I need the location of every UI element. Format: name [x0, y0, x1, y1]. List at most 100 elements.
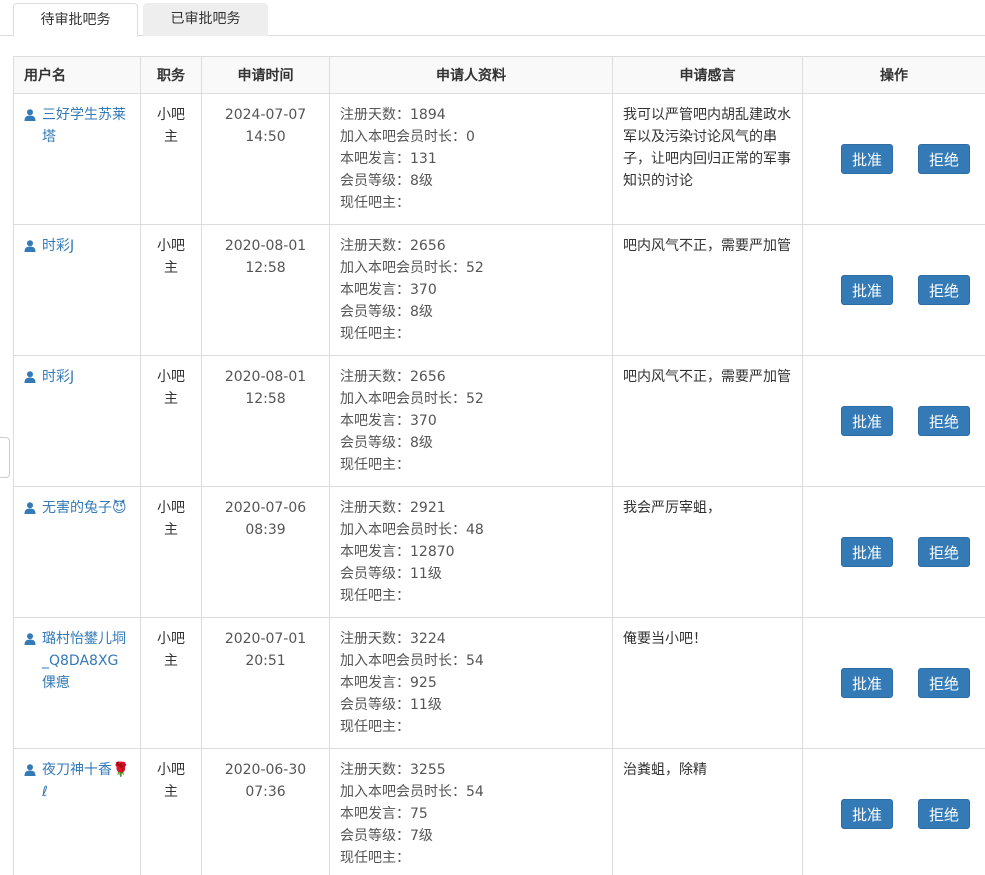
info-current-admin: 现任吧主：	[340, 850, 410, 866]
header-role: 职务	[140, 56, 202, 94]
role-cell: 小吧主	[140, 748, 202, 875]
info-cell: 注册天数：2656 加入本吧会员时长：52 本吧发言：370 会员等级：8级 现…	[329, 224, 613, 356]
tab-approved[interactable]: 已审批吧务	[143, 3, 268, 36]
role-cell: 小吧主	[140, 224, 202, 356]
tab-pending[interactable]: 待审批吧务	[13, 3, 138, 37]
reason-cell: 我可以严管吧内胡乱建政水军以及污染讨论风气的串子，让吧内回归正常的军事知识的讨论	[612, 93, 803, 225]
info-posts: 本吧发言：131	[340, 151, 437, 167]
user-icon	[24, 764, 36, 776]
info-level: 会员等级：11级	[340, 697, 442, 713]
info-posts: 本吧发言：370	[340, 413, 437, 429]
approve-button[interactable]: 批准	[841, 668, 893, 698]
user-icon	[24, 109, 36, 121]
info-member-duration: 加入本吧会员时长：54	[340, 653, 484, 669]
header-info: 申请人资料	[329, 56, 613, 94]
username-link[interactable]: 时彩J	[42, 366, 74, 388]
user-cell: 夜刀神十香🌹ℓ	[13, 748, 141, 875]
info-cell: 注册天数：3255 加入本吧会员时长：54 本吧发言：75 会员等级：7级 现任…	[329, 748, 613, 875]
ops-cell: 批准 拒绝	[802, 617, 985, 749]
role-cell: 小吧主	[140, 617, 202, 749]
role-cell: 小吧主	[140, 355, 202, 487]
info-posts: 本吧发言：75	[340, 806, 428, 822]
info-cell: 注册天数：3224 加入本吧会员时长：54 本吧发言：925 会员等级：11级 …	[329, 617, 613, 749]
table-row: 璐村怡鐢儿垌_Q8DA8XG倮瘜 小吧主 2020-07-01 20:51 注册…	[13, 617, 985, 749]
username-link[interactable]: 三好学生苏莱塔	[42, 104, 130, 148]
ops-cell: 批准 拒绝	[802, 224, 985, 356]
reason-cell: 吧内风气不正，需要严加管	[612, 355, 803, 487]
info-level: 会员等级：8级	[340, 173, 433, 189]
time-cell: 2024-07-07 14:50	[201, 93, 330, 225]
info-member-duration: 加入本吧会员时长：52	[340, 391, 484, 407]
approve-button[interactable]: 批准	[841, 799, 893, 829]
tab-bar: 待审批吧务 已审批吧务	[0, 0, 985, 37]
approve-button[interactable]: 批准	[841, 275, 893, 305]
header-reason: 申请感言	[612, 56, 803, 94]
reject-button[interactable]: 拒绝	[918, 668, 970, 698]
ops-cell: 批准 拒绝	[802, 93, 985, 225]
ops-cell: 批准 拒绝	[802, 355, 985, 487]
apply-time: 07:36	[245, 784, 286, 800]
user-cell: 时彩J	[13, 224, 141, 356]
approve-button[interactable]: 批准	[841, 406, 893, 436]
apply-date: 2020-08-01	[224, 369, 307, 385]
info-reg-days: 注册天数：3255	[340, 762, 446, 778]
info-member-duration: 加入本吧会员时长：0	[340, 129, 475, 145]
apply-time: 14:50	[245, 129, 286, 145]
application-table: 用户名 职务 申请时间 申请人资料 申请感言 操作 三好学生苏莱塔 小吧主 20…	[13, 56, 985, 875]
apply-time: 20:51	[245, 653, 286, 669]
table-row: 三好学生苏莱塔 小吧主 2024-07-07 14:50 注册天数：1894 加…	[13, 93, 985, 225]
header-time: 申请时间	[201, 56, 330, 94]
user-icon	[24, 240, 36, 252]
time-cell: 2020-08-01 12:58	[201, 355, 330, 487]
user-icon	[24, 633, 36, 645]
info-current-admin: 现任吧主：	[340, 195, 410, 211]
info-reg-days: 注册天数：1894	[340, 107, 446, 123]
user-cell: 璐村怡鐢儿垌_Q8DA8XG倮瘜	[13, 617, 141, 749]
reject-button[interactable]: 拒绝	[918, 799, 970, 829]
info-current-admin: 现任吧主：	[340, 457, 410, 473]
table-row: 无害的兔子😈 小吧主 2020-07-06 08:39 注册天数：2921 加入…	[13, 486, 985, 618]
time-cell: 2020-07-06 08:39	[201, 486, 330, 618]
reject-button[interactable]: 拒绝	[918, 275, 970, 305]
user-cell: 时彩J	[13, 355, 141, 487]
approve-button[interactable]: 批准	[841, 537, 893, 567]
table-row: 时彩J 小吧主 2020-08-01 12:58 注册天数：2656 加入本吧会…	[13, 224, 985, 356]
header-ops: 操作	[802, 56, 985, 94]
approve-button[interactable]: 批准	[841, 144, 893, 174]
info-level: 会员等级：7级	[340, 828, 433, 844]
username-link[interactable]: 无害的兔子😈	[42, 497, 127, 519]
info-member-duration: 加入本吧会员时长：52	[340, 260, 484, 276]
user-cell: 无害的兔子😈	[13, 486, 141, 618]
username-link[interactable]: 时彩J	[42, 235, 74, 257]
reason-cell: 治粪蛆，除精	[612, 748, 803, 875]
user-icon	[24, 502, 36, 514]
info-posts: 本吧发言：925	[340, 675, 437, 691]
time-cell: 2020-07-01 20:51	[201, 617, 330, 749]
info-current-admin: 现任吧主：	[340, 326, 410, 342]
reason-cell: 俺要当小吧！	[612, 617, 803, 749]
table-row: 时彩J 小吧主 2020-08-01 12:58 注册天数：2656 加入本吧会…	[13, 355, 985, 487]
user-icon	[24, 371, 36, 383]
time-cell: 2020-08-01 12:58	[201, 224, 330, 356]
apply-date: 2020-06-30	[224, 762, 307, 778]
reject-button[interactable]: 拒绝	[918, 144, 970, 174]
ops-cell: 批准 拒绝	[802, 486, 985, 618]
apply-date: 2020-08-01	[224, 238, 307, 254]
info-level: 会员等级：11级	[340, 566, 442, 582]
time-cell: 2020-06-30 07:36	[201, 748, 330, 875]
side-drawer-handle[interactable]	[0, 437, 10, 478]
info-reg-days: 注册天数：2656	[340, 369, 446, 385]
reason-cell: 我会严厉宰蛆，	[612, 486, 803, 618]
username-link[interactable]: 夜刀神十香🌹ℓ	[42, 759, 130, 803]
apply-time: 12:58	[245, 260, 286, 276]
info-cell: 注册天数：1894 加入本吧会员时长：0 本吧发言：131 会员等级：8级 现任…	[329, 93, 613, 225]
user-cell: 三好学生苏莱塔	[13, 93, 141, 225]
header-user: 用户名	[13, 56, 141, 94]
info-cell: 注册天数：2921 加入本吧会员时长：48 本吧发言：12870 会员等级：11…	[329, 486, 613, 618]
username-link[interactable]: 璐村怡鐢儿垌_Q8DA8XG倮瘜	[42, 628, 130, 694]
info-cell: 注册天数：2656 加入本吧会员时长：52 本吧发言：370 会员等级：8级 现…	[329, 355, 613, 487]
info-current-admin: 现任吧主：	[340, 588, 410, 604]
reject-button[interactable]: 拒绝	[918, 537, 970, 567]
reject-button[interactable]: 拒绝	[918, 406, 970, 436]
table-row: 夜刀神十香🌹ℓ 小吧主 2020-06-30 07:36 注册天数：3255 加…	[13, 748, 985, 875]
